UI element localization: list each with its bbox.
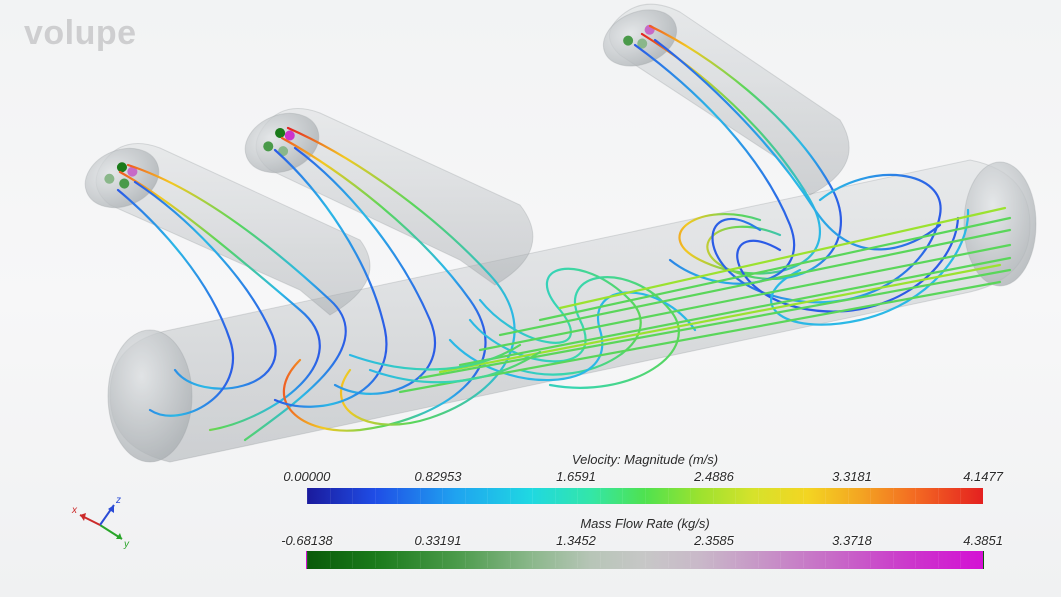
legend-massflow: Mass Flow Rate (kg/s) -0.68138 0.33191 1… [300, 516, 990, 569]
axis-x-label: x [71, 505, 78, 516]
legend-velocity-bar [306, 487, 984, 505]
simulation-svg [0, 0, 1061, 597]
axis-z-label: z [115, 495, 121, 506]
orientation-triad: y z x [70, 495, 130, 555]
axis-y-label: y [123, 539, 130, 550]
legend-velocity: Velocity: Magnitude (m/s) 0.00000 0.8295… [300, 452, 990, 505]
legend-massflow-title: Mass Flow Rate (kg/s) [300, 516, 990, 531]
legend-velocity-ticks: 0.00000 0.82953 1.6591 2.4886 3.3181 4.1… [300, 469, 990, 485]
legend-velocity-title: Velocity: Magnitude (m/s) [300, 452, 990, 467]
legend-massflow-bar [306, 551, 984, 569]
simulation-viewport[interactable] [0, 0, 1061, 597]
legend-massflow-ticks: -0.68138 0.33191 1.3452 2.3585 3.3718 4.… [300, 533, 990, 549]
